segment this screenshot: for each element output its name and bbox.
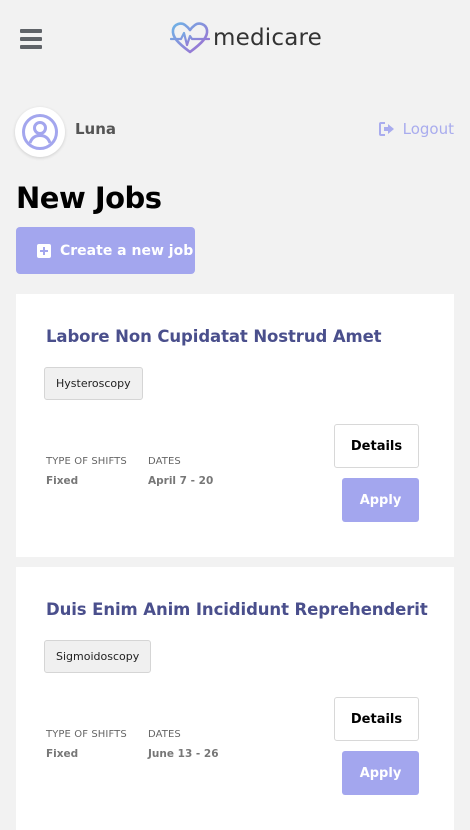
shift-type-value: Fixed [46, 748, 79, 760]
job-card: Duis Enim Anim Incididunt Reprehenderit … [16, 567, 454, 830]
top-bar: medicare [0, 0, 470, 80]
apply-button[interactable]: Apply [342, 478, 419, 522]
job-title[interactable]: Duis Enim Anim Incididunt Reprehenderit [46, 600, 428, 619]
user-bar: Luna Logout [0, 80, 470, 180]
create-job-label: Create a new job [60, 242, 194, 259]
specialty-tag: Hysteroscopy [44, 367, 143, 400]
brand-name: medicare [213, 25, 322, 51]
dates-label: DATES [148, 456, 181, 467]
heart-pulse-icon [170, 22, 210, 54]
job-title[interactable]: Labore Non Cupidatat Nostrud Amet [46, 327, 382, 346]
page-title: New Jobs [16, 181, 162, 215]
logout-label: Logout [402, 120, 454, 138]
dates-label: DATES [148, 729, 181, 740]
plus-square-icon [37, 243, 51, 258]
job-card: Labore Non Cupidatat Nostrud Amet Hyster… [16, 294, 454, 557]
hamburger-menu-icon[interactable] [20, 29, 42, 49]
details-button[interactable]: Details [334, 697, 419, 741]
avatar-glyph [22, 114, 58, 150]
shift-type-value: Fixed [46, 475, 79, 487]
dates-value: April 7 - 20 [148, 475, 214, 487]
details-button[interactable]: Details [334, 424, 419, 468]
apply-button[interactable]: Apply [342, 751, 419, 795]
create-job-button[interactable]: Create a new job [16, 227, 195, 274]
shift-type-label: TYPE OF SHIFTS [46, 729, 127, 740]
shift-type-label: TYPE OF SHIFTS [46, 456, 127, 467]
user-avatar-icon[interactable] [15, 107, 65, 157]
specialty-tag: Sigmoidoscopy [44, 640, 152, 673]
logout-link[interactable]: Logout [378, 120, 454, 138]
brand-logo[interactable]: medicare [170, 20, 322, 56]
dates-value: June 13 - 26 [148, 748, 219, 760]
logout-icon [378, 122, 394, 136]
user-name: Luna [75, 120, 117, 138]
